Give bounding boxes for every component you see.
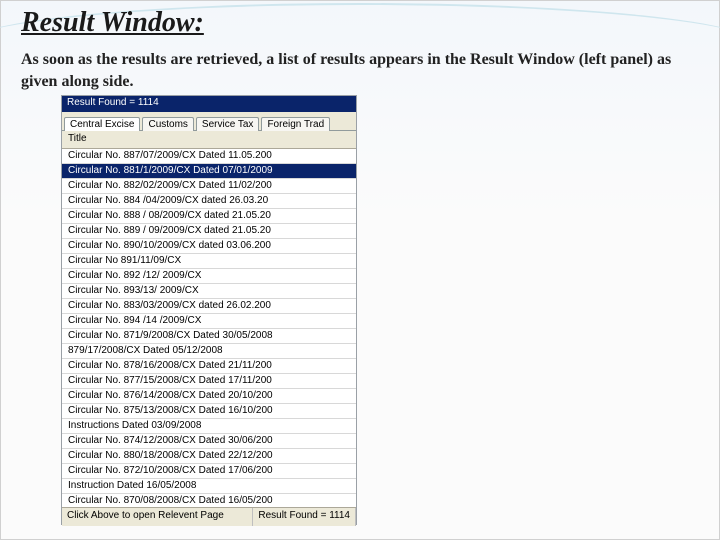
list-item[interactable]: Circular No. 892 /12/ 2009/CX xyxy=(62,269,356,284)
list-item[interactable]: Circular No. 880/18/2008/CX Dated 22/12/… xyxy=(62,449,356,464)
tab-label: Central Excise xyxy=(70,119,134,130)
result-list[interactable]: Circular No. 887/07/2009/CX Dated 11.05.… xyxy=(62,149,356,507)
list-item[interactable]: Circular No. 890/10/2009/CX dated 03.06.… xyxy=(62,239,356,254)
list-item[interactable]: Circular No. 888 / 08/2009/CX dated 21.0… xyxy=(62,209,356,224)
page-title: Result Window: xyxy=(21,7,204,39)
tab-label: Customs xyxy=(148,119,187,130)
list-item[interactable]: Circular No. 874/12/2008/CX Dated 30/06/… xyxy=(62,434,356,449)
tab-label: Service Tax xyxy=(202,119,254,130)
list-item[interactable]: Circular No. 881/1/2009/CX Dated 07/01/2… xyxy=(62,164,356,179)
list-item[interactable]: Circular No. 870/08/2008/CX Dated 16/05/… xyxy=(62,494,356,507)
list-item[interactable]: Circular No. 893/13/ 2009/CX xyxy=(62,284,356,299)
list-item[interactable]: 879/17/2008/CX Dated 05/12/2008 xyxy=(62,344,356,359)
list-item[interactable]: Circular No. 872/10/2008/CX Dated 17/06/… xyxy=(62,464,356,479)
tab-strip: Central Excise Customs Service Tax Forei… xyxy=(62,112,356,131)
list-item[interactable]: Instruction Dated 16/05/2008 xyxy=(62,479,356,494)
tab-customs[interactable]: Customs xyxy=(142,117,193,131)
list-item[interactable]: Circular No. 871/9/2008/CX Dated 30/05/2… xyxy=(62,329,356,344)
column-header-title[interactable]: Title xyxy=(62,131,356,149)
list-item[interactable]: Circular No. 878/16/2008/CX Dated 21/11/… xyxy=(62,359,356,374)
status-count: Result Found = 1114 xyxy=(253,508,356,526)
status-bar: Click Above to open Relevent Page Result… xyxy=(62,507,356,526)
list-item[interactable]: Circular No. 883/03/2009/CX dated 26.02.… xyxy=(62,299,356,314)
list-item[interactable]: Circular No 891/11/09/CX xyxy=(62,254,356,269)
list-item[interactable]: Circular No. 884 /04/2009/CX dated 26.03… xyxy=(62,194,356,209)
list-item[interactable]: Circular No. 875/13/2008/CX Dated 16/10/… xyxy=(62,404,356,419)
panel-title-bar: Result Found = 1114 xyxy=(62,96,356,112)
status-hint: Click Above to open Relevent Page xyxy=(62,508,253,526)
list-item[interactable]: Circular No. 889 / 09/2009/CX dated 21.0… xyxy=(62,224,356,239)
result-window-panel: Result Found = 1114 Central Excise Custo… xyxy=(61,95,357,525)
tab-service-tax[interactable]: Service Tax xyxy=(196,117,260,131)
list-item[interactable]: Instructions Dated 03/09/2008 xyxy=(62,419,356,434)
tab-central-excise[interactable]: Central Excise xyxy=(64,117,140,131)
list-item[interactable]: Circular No. 882/02/2009/CX Dated 11/02/… xyxy=(62,179,356,194)
list-item[interactable]: Circular No. 894 /14 /2009/CX xyxy=(62,314,356,329)
slide: Result Window: As soon as the results ar… xyxy=(0,0,720,540)
list-item[interactable]: Circular No. 877/15/2008/CX Dated 17/11/… xyxy=(62,374,356,389)
tab-foreign-trade[interactable]: Foreign Trad xyxy=(261,117,330,131)
description-text: As soon as the results are retrieved, a … xyxy=(21,49,699,92)
list-item[interactable]: Circular No. 876/14/2008/CX Dated 20/10/… xyxy=(62,389,356,404)
tab-label: Foreign Trad xyxy=(267,119,324,130)
list-item[interactable]: Circular No. 887/07/2009/CX Dated 11.05.… xyxy=(62,149,356,164)
